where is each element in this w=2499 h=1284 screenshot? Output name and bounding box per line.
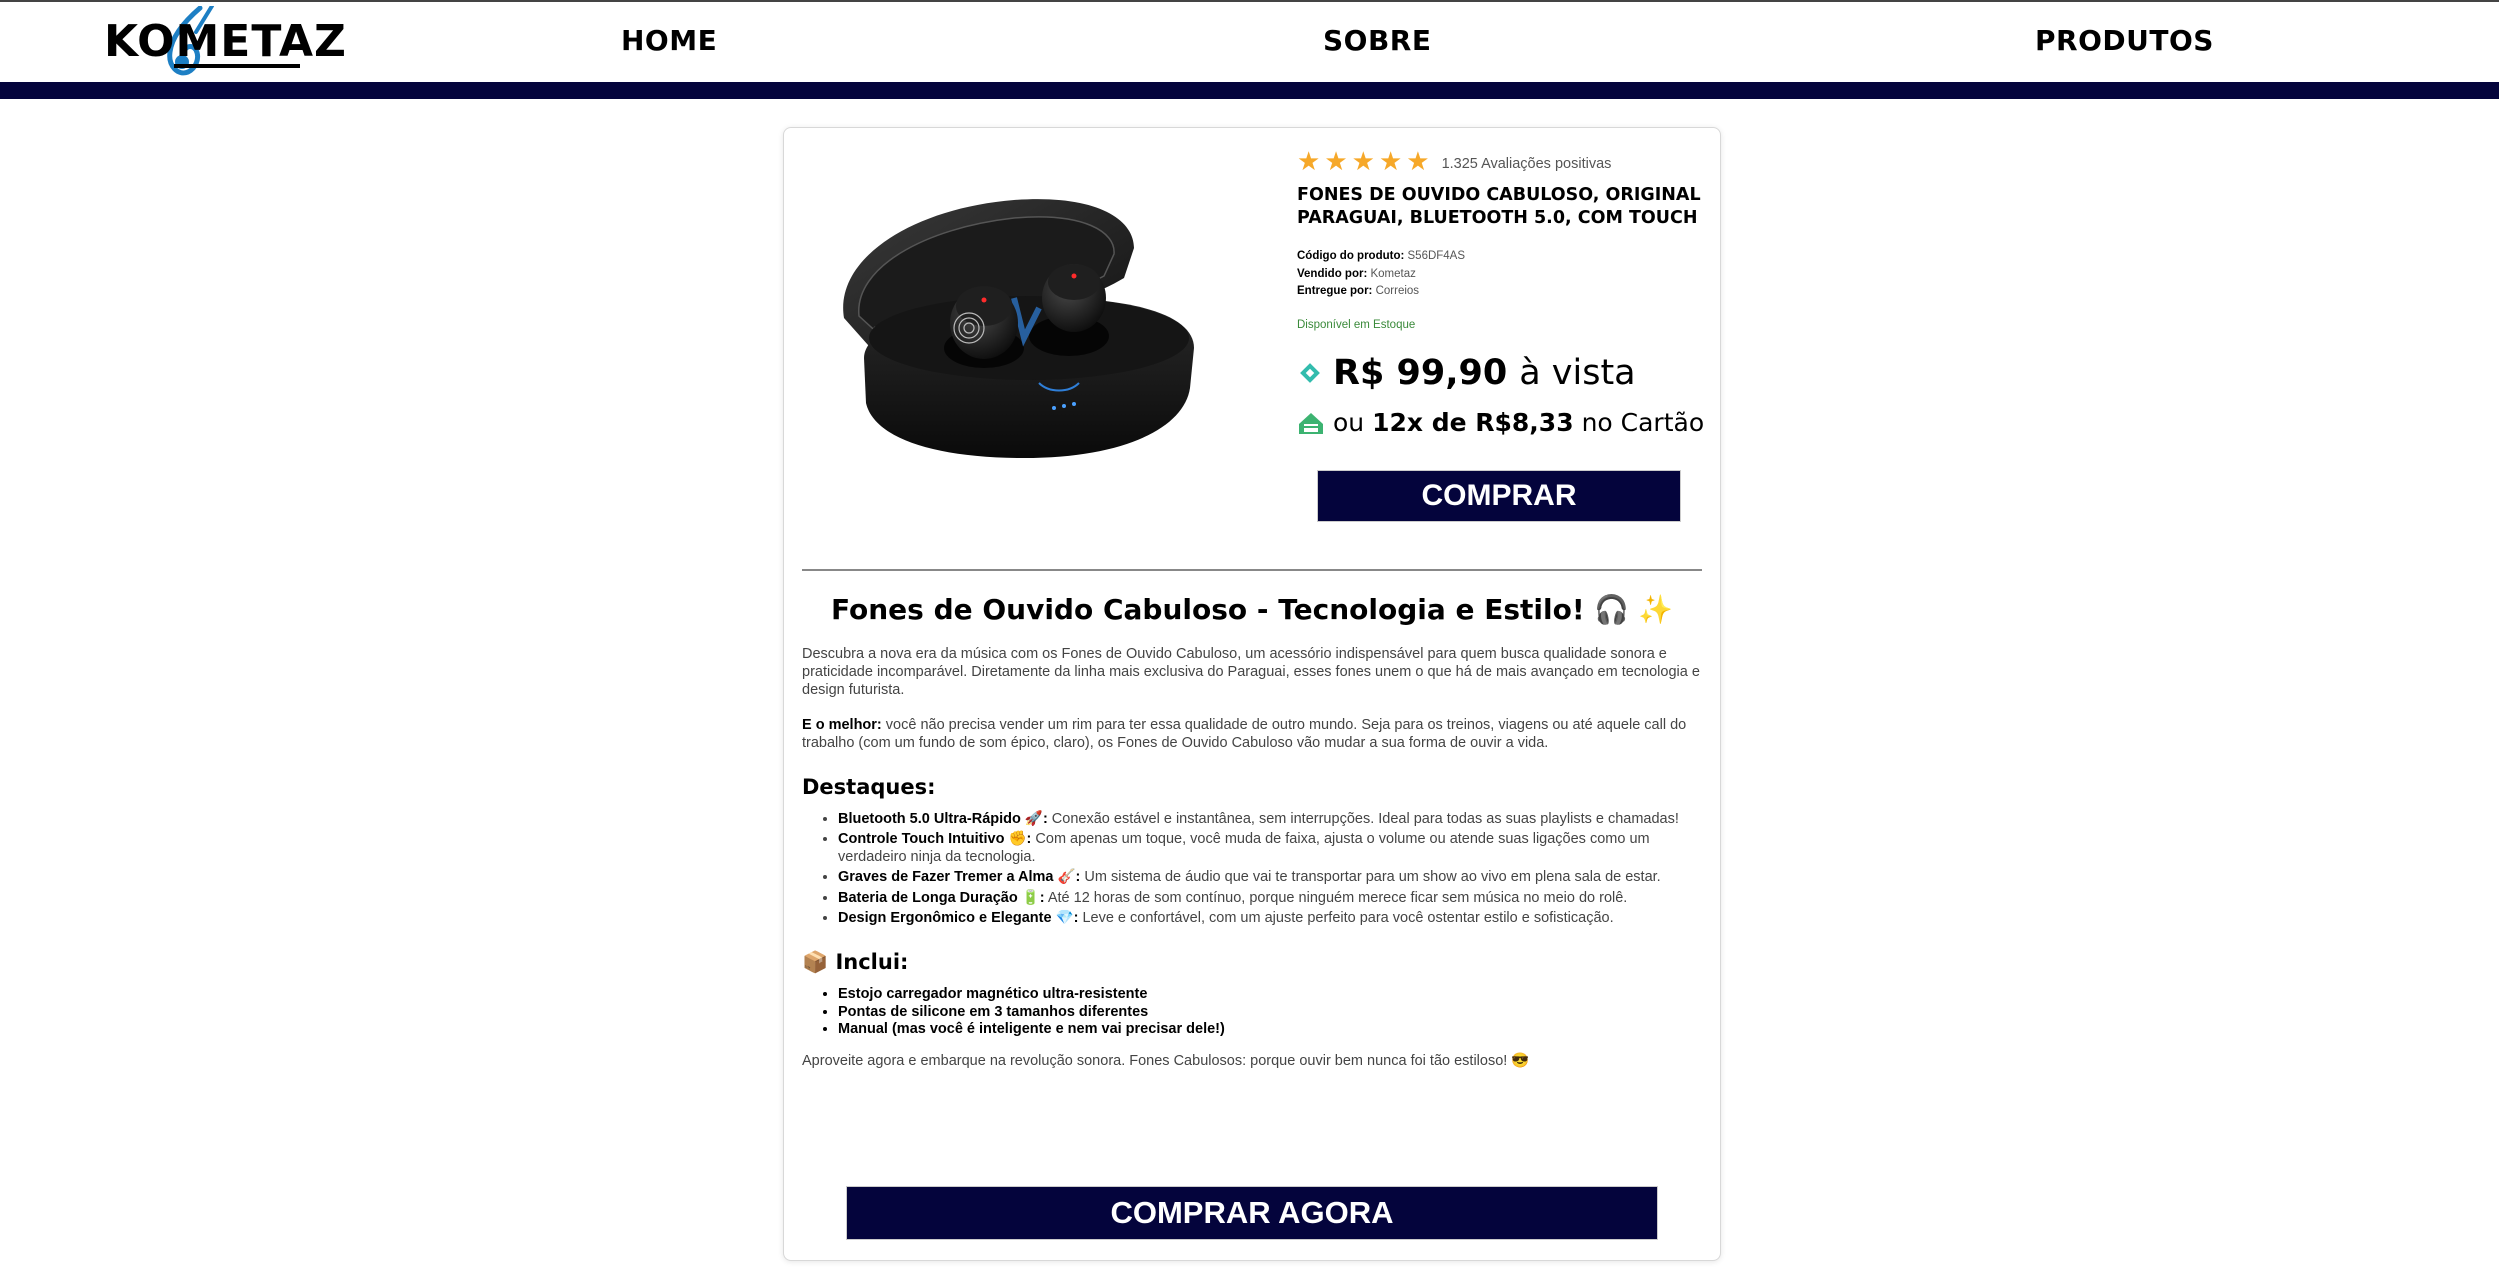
price-suffix: à vista <box>1519 352 1636 393</box>
highlight-label: Design Ergonômico e Elegante 💎: <box>838 909 1079 926</box>
product-description: Fones de Ouvido Cabuloso - Tecnologia e … <box>802 590 1702 1071</box>
credit-card-icon <box>1299 412 1323 434</box>
stock-status: Disponível em Estoque <box>1297 318 1416 331</box>
pix-icon <box>1300 362 1320 383</box>
description-title-text: Fones de Ouvido Cabuloso - Tecnologia e … <box>831 593 1585 626</box>
description-best-label: E o melhor: <box>802 717 882 734</box>
list-item: Estojo carregador magnético ultra-resist… <box>838 986 1702 1004</box>
highlight-text: Leve e confortável, com um ajuste perfei… <box>1078 909 1614 926</box>
product-card: ★ ★ ★ ★ ★ 1.325 Avaliações positivas FON… <box>783 127 1721 1261</box>
section-divider <box>802 569 1702 571</box>
product-meta: Código do produto: S56DF4AS Vendido por:… <box>1297 248 1707 301</box>
highlight-text: Um sistema de áudio que vai te transport… <box>1080 869 1661 886</box>
list-item: Controle Touch Intuitivo ✊: Com apenas u… <box>838 831 1702 867</box>
installments-text: ou 12x de R$8,33 no Cartão <box>1333 408 1704 437</box>
installments-suffix: no Cartão <box>1581 408 1705 437</box>
product-code-label: Código do produto: <box>1297 250 1405 262</box>
headphones-sparkles-icon: 🎧 ✨ <box>1594 593 1673 626</box>
logo-text: KOMETAZ <box>104 16 347 67</box>
highlight-text: Conexão estável e instantânea, sem inter… <box>1047 810 1679 827</box>
buy-button[interactable]: COMPRAR <box>1317 470 1681 522</box>
highlight-label: Bateria de Longa Duração 🔋: <box>838 889 1045 906</box>
nav-home-link[interactable]: HOME <box>621 24 717 57</box>
description-best: E o melhor: você não precisa vender um r… <box>802 717 1702 753</box>
description-intro: Descubra a nova era da música com os Fon… <box>802 646 1700 698</box>
product-info: ★ ★ ★ ★ ★ 1.325 Avaliações positivas FON… <box>1297 146 1707 441</box>
highlight-label: Controle Touch Intuitivo ✊: <box>838 831 1032 848</box>
buy-now-button[interactable]: COMPRAR AGORA <box>846 1186 1658 1240</box>
product-seller-value: Kometaz <box>1370 267 1416 280</box>
list-item: Bateria de Longa Duração 🔋: Até 12 horas… <box>838 890 1702 908</box>
site-logo[interactable]: KOMETAZ <box>104 6 346 78</box>
description-best-text: você não precisa vender um rim para ter … <box>802 717 1687 752</box>
star-icon: ★ <box>1378 146 1403 176</box>
product-delivery-value: Correios <box>1375 285 1420 297</box>
closing-text: Aproveite agora e embarque na revolução … <box>802 1053 1530 1070</box>
price-value: R$ 99,90 <box>1333 352 1508 393</box>
installments-value: 12x de R$8,33 <box>1372 408 1574 437</box>
installments-prefix: ou <box>1333 408 1365 437</box>
list-item: Pontas de silicone em 3 tamanhos diferen… <box>838 1004 1702 1022</box>
product-delivery: Entregue por: Correios <box>1297 283 1707 301</box>
product-code: Código do produto: S56DF4AS <box>1297 248 1707 266</box>
rating-count: 1.325 Avaliações positivas <box>1441 155 1612 172</box>
star-icon: ★ <box>1351 146 1375 176</box>
product-code-value: S56DF4AS <box>1407 250 1466 262</box>
product-seller: Vendido por: Kometaz <box>1297 266 1707 284</box>
product-delivery-label: Entregue por: <box>1297 285 1373 297</box>
nav-products-link[interactable]: PRODUTOS <box>2035 24 2214 57</box>
price-row: R$ 99,90 à vista <box>1297 351 1707 395</box>
site-header: KOMETAZ HOME SOBRE PRODUTOS <box>0 2 2499 82</box>
description-title: Fones de Ouvido Cabuloso - Tecnologia e … <box>802 590 1702 630</box>
nav-about-link[interactable]: SOBRE <box>1323 24 1432 57</box>
includes-list: Estojo carregador magnético ultra-resist… <box>838 986 1702 1039</box>
highlight-text: Até 12 horas de som contínuo, porque nin… <box>1044 889 1628 906</box>
star-icon: ★ <box>1324 146 1348 176</box>
star-icon: ★ <box>1406 146 1430 176</box>
star-icon: ★ <box>1297 146 1321 176</box>
list-item: Design Ergonômico e Elegante 💎: Leve e c… <box>838 910 1702 928</box>
includes-title: 📦 Inclui: <box>802 949 909 974</box>
highlight-label: Graves de Fazer Tremer a Alma 🎸: <box>838 869 1081 886</box>
header-accent-bar <box>0 82 2499 99</box>
highlights-list: Bluetooth 5.0 Ultra-Rápido 🚀: Conexão es… <box>838 811 1702 928</box>
installments-row: ou 12x de R$8,33 no Cartão <box>1297 405 1707 441</box>
logo-underline <box>174 64 300 68</box>
highlights-title: Destaques: <box>802 774 936 799</box>
product-title: FONES DE OUVIDO CABULOSO, ORIGINAL PARAG… <box>1297 185 1701 228</box>
highlight-label: Bluetooth 5.0 Ultra-Rápido 🚀: <box>838 810 1048 827</box>
product-image[interactable] <box>824 188 1204 468</box>
list-item: Graves de Fazer Tremer a Alma 🎸: Um sist… <box>838 869 1702 887</box>
product-seller-label: Vendido por: <box>1297 267 1368 280</box>
rating: ★ ★ ★ ★ ★ 1.325 Avaliações positivas <box>1297 146 1707 176</box>
list-item: Bluetooth 5.0 Ultra-Rápido 🚀: Conexão es… <box>838 811 1702 829</box>
list-item: Manual (mas você é inteligente e nem vai… <box>838 1021 1702 1039</box>
